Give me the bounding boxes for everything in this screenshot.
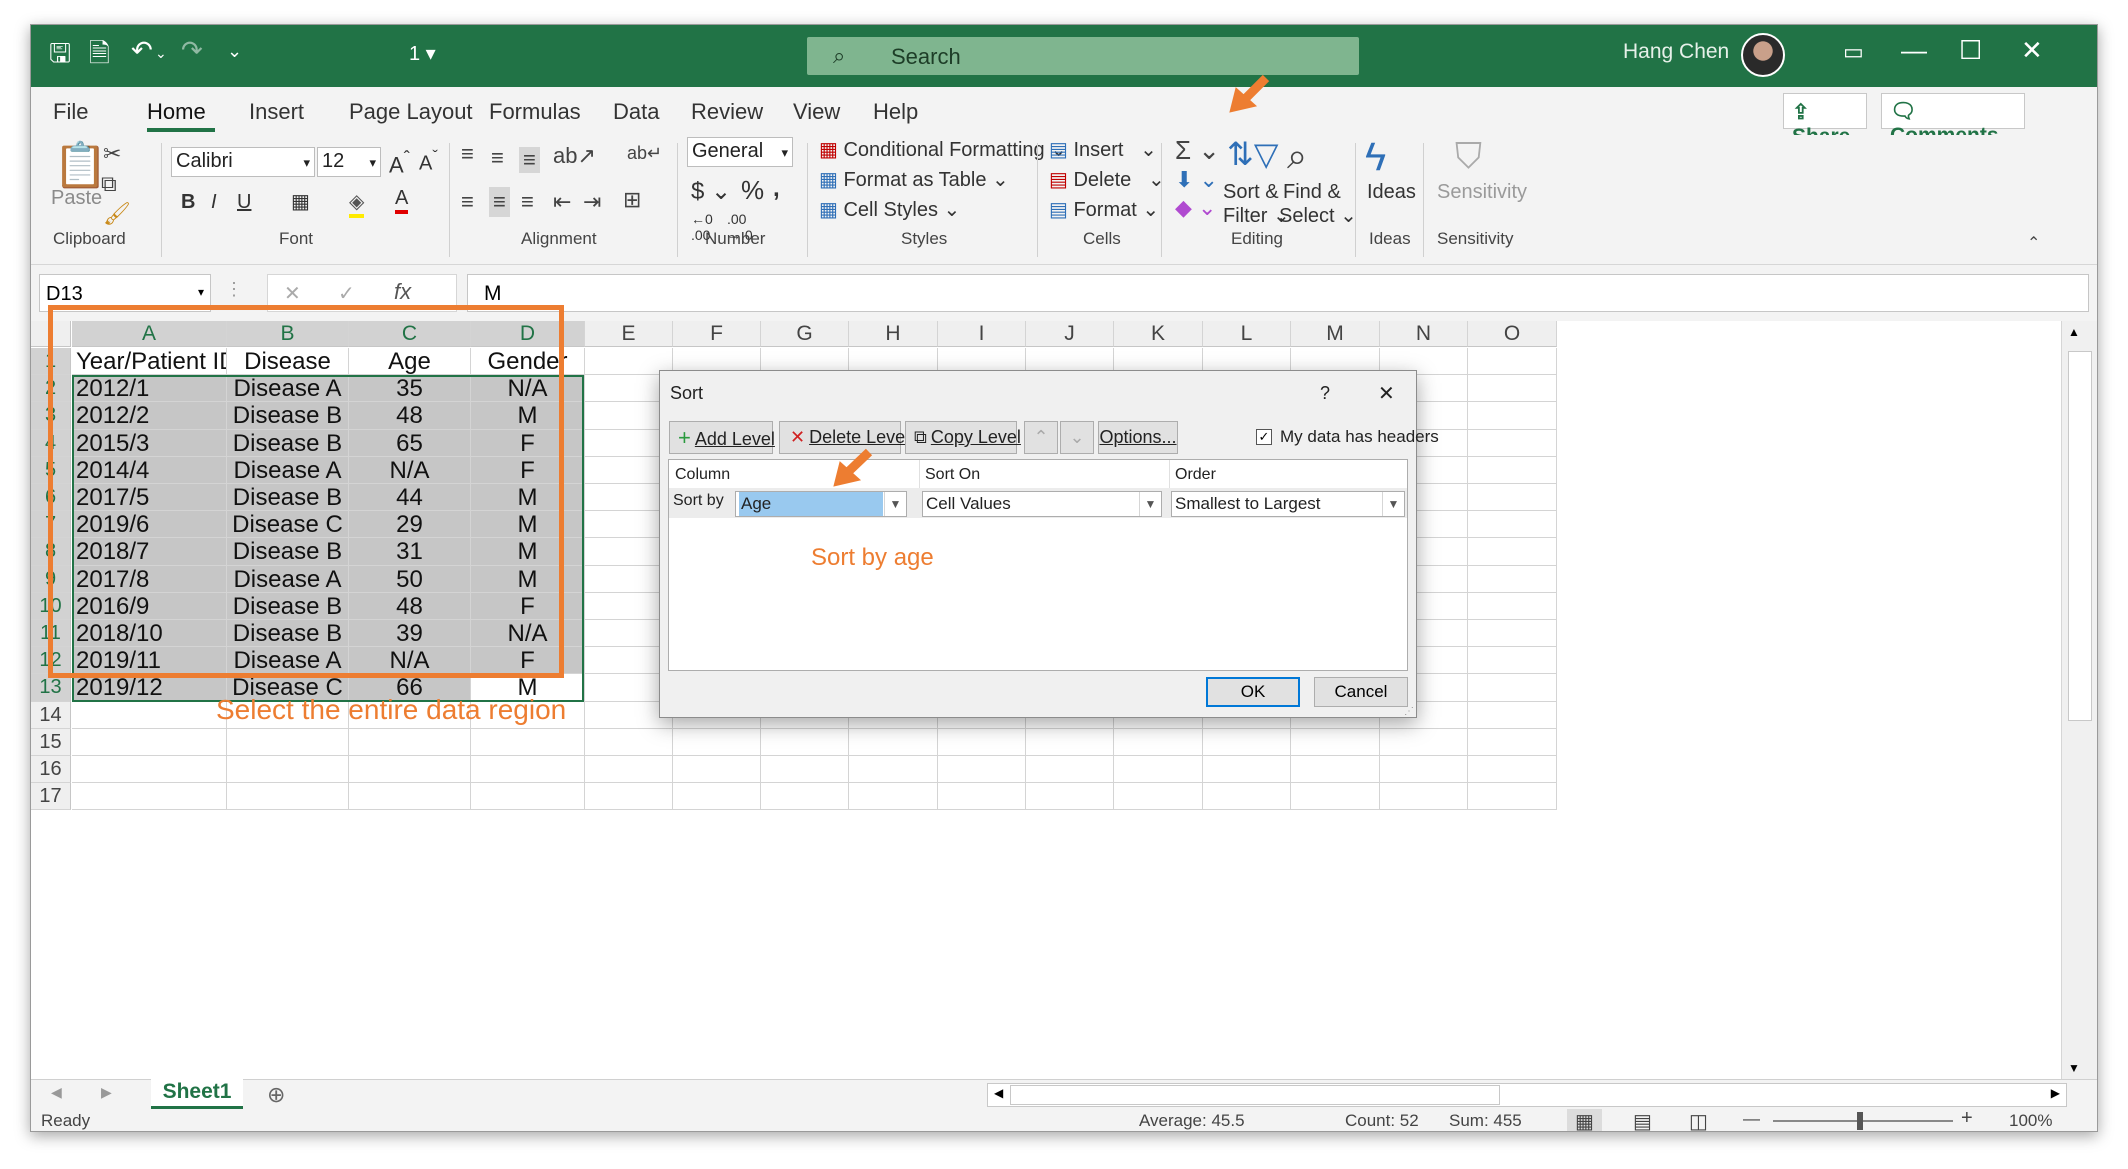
annotation-arrows [833, 74, 1270, 487]
arrow-to-sort-filter [1229, 74, 1270, 113]
arrow-to-column-select [833, 448, 873, 487]
